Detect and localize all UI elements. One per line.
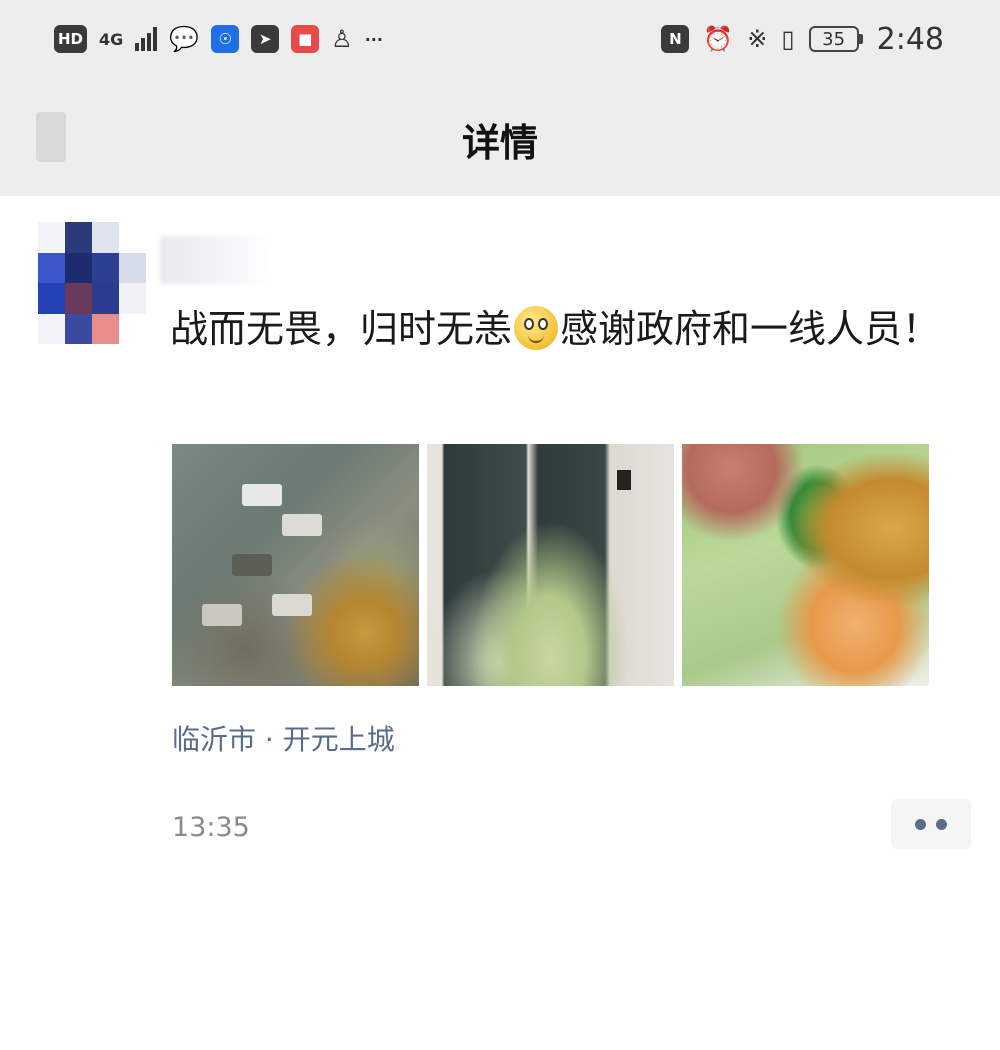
vibrate-icon: ▯ — [781, 25, 795, 53]
bluetooth-icon: ※ — [747, 25, 768, 53]
app-icon: ➤ — [251, 25, 280, 53]
battery-tip — [858, 34, 863, 44]
username[interactable] — [160, 236, 270, 284]
status-clock: 2:48 — [876, 21, 944, 57]
qq-icon: ♙ — [331, 25, 353, 53]
dot-icon — [936, 818, 947, 830]
battery-level: 35 — [808, 26, 859, 52]
status-bar: HD 4G 💬 ☉ ➤ ■ ♙ ··· N ⏰ ※ ▯ 35 2:48 — [0, 0, 1000, 78]
location-link[interactable]: 临沂市 · 开元上城 — [172, 718, 395, 758]
post-text: 战而无畏，归时无恙 感谢政府和一线人员！ — [170, 300, 960, 358]
alarm-icon: ⏰ — [703, 25, 734, 53]
tile-icon: ■ — [291, 25, 320, 53]
wechat-icon: 💬 — [169, 25, 200, 53]
status-left: HD 4G 💬 ☉ ➤ ■ ♙ ··· — [0, 25, 383, 53]
avatar[interactable] — [38, 222, 146, 344]
lightbulb-icon: ☉ — [211, 25, 240, 53]
nfc-icon: N — [661, 25, 690, 53]
more-notifications-icon: ··· — [364, 29, 383, 49]
nav-header: 详情 — [0, 78, 1000, 196]
post-text-part-1: 战而无畏，归时无恙 — [170, 307, 513, 351]
aerial-street-photo[interactable] — [172, 444, 419, 686]
battery-icon: 35 — [808, 26, 863, 52]
network-type: 4G — [99, 29, 124, 49]
vegetable-bags-photo[interactable] — [682, 444, 929, 686]
status-right: N ⏰ ※ ▯ 35 2:48 — [661, 22, 1000, 57]
dot-icon — [915, 818, 926, 830]
page-title: 详情 — [461, 121, 538, 165]
photo-grid — [172, 444, 929, 686]
post-text-part-2: 感谢政府和一线人员！ — [560, 307, 941, 351]
more-actions-button[interactable] — [891, 799, 971, 849]
signal-icon — [135, 27, 158, 51]
smiley-emoji-icon — [514, 306, 559, 350]
doorway-vegetables-photo[interactable] — [427, 444, 674, 686]
hd-icon: HD — [54, 25, 88, 53]
post-time: 13:35 — [172, 812, 250, 843]
